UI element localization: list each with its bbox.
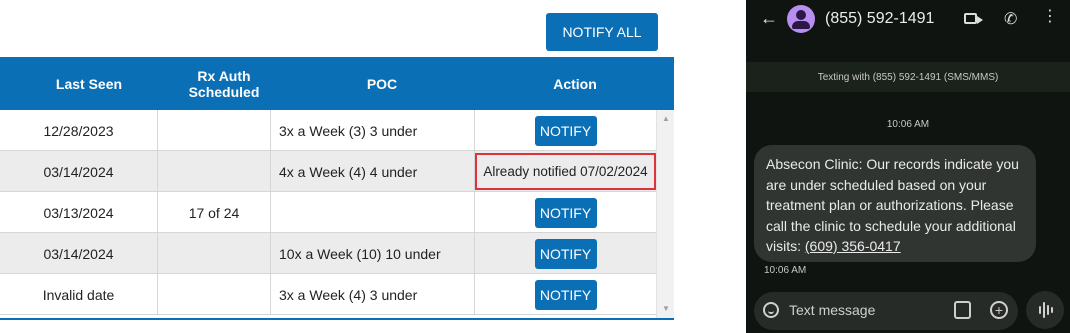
cell-poc: 3x a Week (3) 3 under: [271, 110, 475, 151]
message-timestamp: 10:06 AM: [886, 119, 930, 130]
video-call-icon[interactable]: [964, 13, 983, 24]
emoji-icon[interactable]: [763, 302, 779, 318]
cell-action: NOTIFY: [475, 192, 656, 233]
add-icon[interactable]: +: [990, 301, 1008, 319]
conversation-header: ← (855) 592-1491 ✆ ⋮: [746, 0, 1070, 40]
back-arrow-icon[interactable]: ←: [760, 8, 778, 29]
cell-rx-auth: [158, 274, 271, 315]
message-phone-link[interactable]: (609) 356-0417: [805, 238, 901, 254]
cell-poc: 4x a Week (4) 4 under: [271, 151, 475, 192]
table-row: 03/14/2024 10x a Week (10) 10 under NOTI…: [0, 233, 656, 274]
cell-rx-auth: [158, 110, 271, 151]
table-row: 12/28/2023 3x a Week (3) 3 under NOTIFY: [0, 110, 656, 151]
header-rx-auth: Rx Auth Scheduled: [188, 67, 260, 100]
avatar[interactable]: [787, 5, 815, 33]
notify-button[interactable]: NOTIFY: [534, 115, 597, 146]
cell-last-seen: 12/28/2023: [0, 110, 158, 151]
cell-last-seen: 03/13/2024: [0, 192, 158, 233]
cell-last-seen: 03/14/2024: [0, 233, 158, 274]
cell-poc: 10x a Week (10) 10 under: [271, 233, 475, 274]
cell-rx-auth: 17 of 24: [158, 192, 271, 233]
patient-table-panel: NOTIFY ALL Last Seen Rx Auth Scheduled P…: [0, 0, 674, 333]
message-sent-time: 10:06 AM: [764, 265, 807, 276]
more-vert-icon[interactable]: ⋮: [1042, 9, 1058, 25]
header-poc: POC: [366, 75, 398, 92]
phone-call-icon[interactable]: ✆: [1004, 9, 1017, 29]
table-scrollbar[interactable]: ▲ ▼: [656, 110, 674, 318]
cell-action: NOTIFY: [475, 233, 656, 274]
notify-button[interactable]: NOTIFY: [534, 279, 597, 310]
incoming-message-bubble[interactable]: Absecon Clinic: Our records indicate you…: [754, 145, 1036, 262]
table-row: 03/13/2024 17 of 24 NOTIFY: [0, 192, 656, 233]
already-notified-status: Already notified 07/02/2024: [475, 153, 656, 190]
header-action: Action: [553, 75, 597, 92]
cell-poc: 3x a Week (4) 3 under: [271, 274, 475, 315]
cell-action: NOTIFY: [475, 274, 656, 315]
cell-poc: [271, 192, 475, 233]
scroll-down-icon[interactable]: ▼: [661, 304, 671, 314]
phone-messages-screen: ← (855) 592-1491 ✆ ⋮ Texting with (855) …: [746, 0, 1070, 333]
conversation-title: (855) 592-1491: [825, 10, 935, 27]
table-header: Last Seen Rx Auth Scheduled POC Action: [0, 57, 674, 110]
gallery-icon[interactable]: [954, 301, 971, 319]
notify-all-button[interactable]: NOTIFY ALL: [546, 13, 658, 51]
scroll-up-icon[interactable]: ▲: [661, 114, 671, 124]
cell-action: NOTIFY: [475, 110, 656, 151]
cell-rx-auth: [158, 151, 271, 192]
cell-last-seen: Invalid date: [0, 274, 158, 315]
header-last-seen: Last Seen: [55, 75, 123, 92]
table-row: Invalid date 3x a Week (4) 3 under NOTIF…: [0, 274, 656, 315]
compose-bar[interactable]: Text message +: [754, 292, 1018, 330]
cell-rx-auth: [158, 233, 271, 274]
notify-button[interactable]: NOTIFY: [534, 197, 597, 228]
notify-button[interactable]: NOTIFY: [534, 238, 597, 269]
cell-last-seen: 03/14/2024: [0, 151, 158, 192]
texting-with-banner: Texting with (855) 592-1491 (SMS/MMS): [746, 62, 1070, 92]
cell-action: Already notified 07/02/2024: [475, 151, 656, 192]
patients-table: Last Seen Rx Auth Scheduled POC Action 1…: [0, 57, 674, 320]
compose-input[interactable]: Text message: [789, 302, 875, 318]
table-row: 03/14/2024 4x a Week (4) 4 under Already…: [0, 151, 656, 192]
voice-icon[interactable]: [1026, 291, 1064, 329]
